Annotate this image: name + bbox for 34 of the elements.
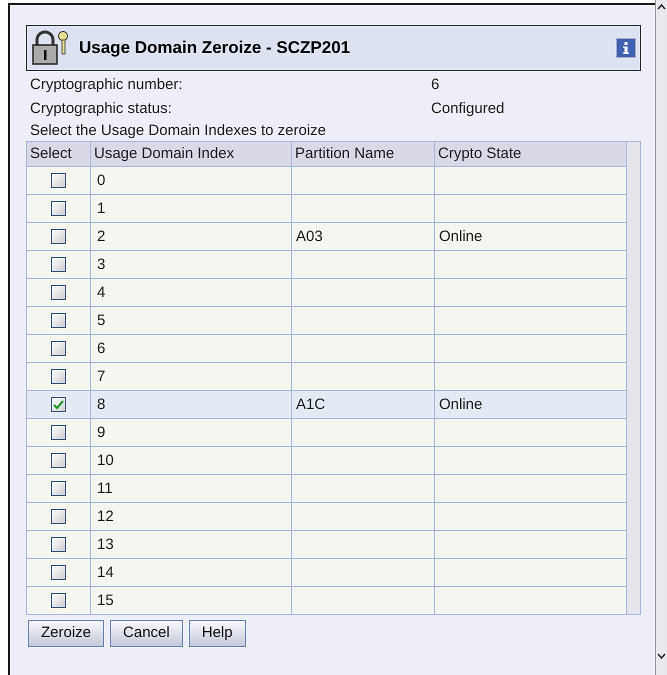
select-checkbox[interactable] — [51, 481, 66, 496]
info-value: 6 — [431, 74, 440, 95]
dialog-button[interactable]: Cancel — [110, 620, 183, 647]
vertical-scrollbar[interactable] — [655, 0, 667, 675]
dialog-button[interactable]: Zeroize — [28, 620, 104, 647]
column-header[interactable]: Usage Domain Index — [91, 142, 292, 166]
select-checkbox[interactable] — [51, 509, 66, 524]
select-checkbox[interactable] — [51, 341, 66, 356]
checkmark-icon — [53, 400, 64, 410]
select-checkbox[interactable] — [51, 201, 66, 216]
select-checkbox[interactable] — [51, 453, 66, 468]
column-header[interactable]: Crypto State — [435, 142, 627, 166]
info-icon[interactable] — [616, 38, 636, 58]
select-checkbox[interactable] — [51, 285, 66, 300]
select-checkbox[interactable] — [51, 425, 66, 440]
table-cell: 15 — [91, 587, 292, 614]
select-checkbox[interactable] — [51, 593, 66, 608]
dialog-title: Usage Domain Zeroize - SCZP201 — [79, 37, 350, 60]
select-checkbox[interactable] — [51, 257, 66, 272]
select-checkbox[interactable] — [51, 537, 66, 552]
column-header[interactable]: Partition Name — [292, 142, 435, 166]
info-value: Configured — [431, 98, 504, 119]
dialog-button[interactable]: Help — [188, 620, 246, 647]
select-checkbox[interactable] — [51, 369, 66, 384]
info-label: Cryptographic number: — [29, 74, 184, 95]
select-checkbox[interactable] — [51, 313, 66, 328]
instruction-text: Select the Usage Domain Indexes to zeroize — [29, 121, 327, 141]
column-header[interactable]: Select — [27, 142, 91, 166]
select-checkbox[interactable] — [51, 173, 66, 188]
select-checkbox[interactable] — [51, 229, 66, 244]
select-checkbox[interactable] — [51, 397, 66, 412]
padlock-key-icon — [31, 30, 69, 66]
info-label: Cryptographic status: — [29, 98, 173, 119]
select-checkbox[interactable] — [51, 565, 66, 580]
